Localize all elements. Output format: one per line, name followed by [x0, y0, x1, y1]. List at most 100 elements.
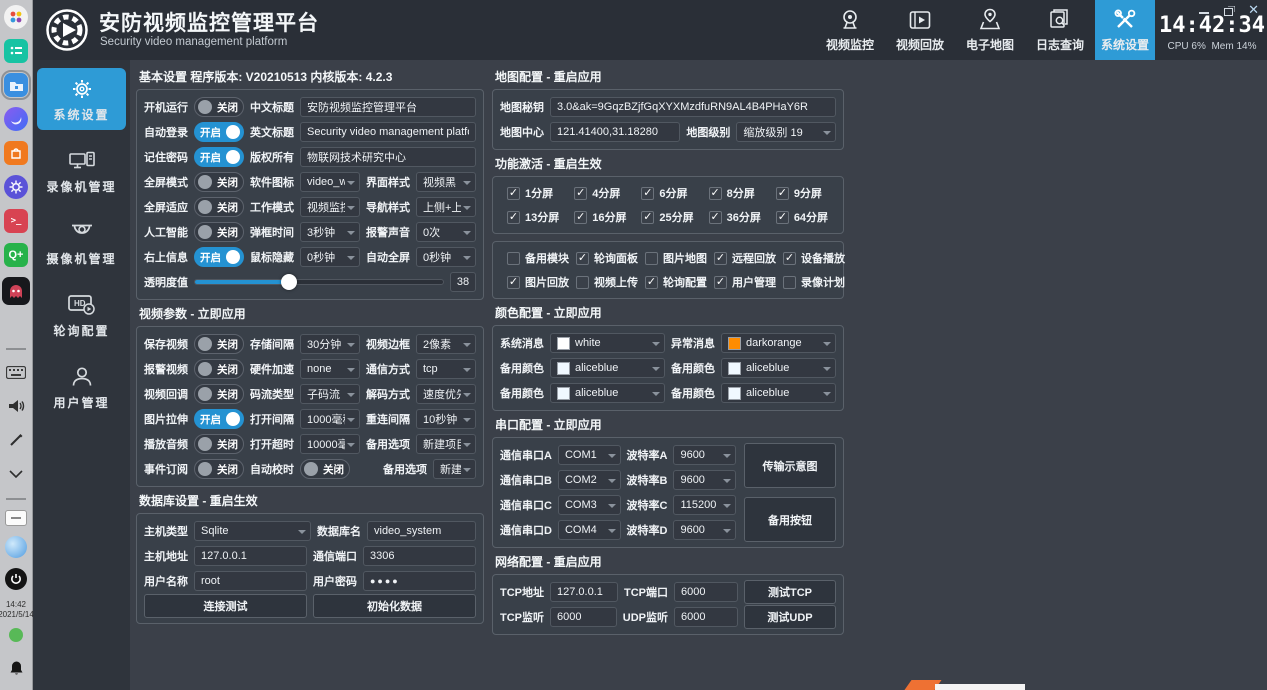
toggle-off[interactable]: 关闭 — [194, 334, 244, 354]
software-store-icon[interactable] — [4, 141, 28, 165]
checkbox-item[interactable]: ✓1分屏 — [500, 185, 567, 201]
dropdown-select[interactable]: 9600 — [673, 520, 736, 540]
color-select[interactable]: aliceblue — [721, 358, 836, 378]
taskbar-clock[interactable]: 14:42 2021/5/14 — [0, 600, 34, 620]
dropdown-select[interactable]: 子码流 — [300, 384, 360, 404]
dropdown-select[interactable]: 视频监控 — [300, 197, 360, 217]
sidebar-item-polling-config[interactable]: HD 轮询配置 — [37, 284, 126, 346]
dropdown-select[interactable]: tcp — [416, 359, 476, 379]
checkbox-item[interactable]: ✓6分屏 — [634, 185, 701, 201]
dropdown-select[interactable]: COM3 — [558, 495, 621, 515]
toggle-off[interactable]: 关闭 — [194, 459, 244, 479]
color-select[interactable]: aliceblue — [550, 358, 665, 378]
checkbox[interactable]: ✓ — [641, 187, 654, 200]
checkbox-item[interactable]: ✓4分屏 — [567, 185, 634, 201]
checkbox-item[interactable]: ✓9分屏 — [769, 185, 836, 201]
toggle-on[interactable]: 开启 — [194, 409, 244, 429]
dropdown-select[interactable]: 0秒钟 — [416, 247, 476, 267]
sidebar-item-camera-mgmt[interactable]: 摄像机管理 — [37, 212, 126, 274]
checkbox[interactable]: ✓ — [507, 187, 520, 200]
checkbox-item[interactable]: 录像计划 — [776, 274, 845, 290]
checkbox-item[interactable]: ✓设备播放 — [776, 250, 845, 266]
button[interactable]: 初始化数据 — [313, 594, 476, 618]
text-input[interactable]: 安防视频监控管理平台 — [300, 97, 476, 117]
checkbox[interactable]: ✓ — [714, 276, 727, 289]
dropdown-select[interactable]: COM2 — [558, 470, 621, 490]
current-app-icon[interactable] — [2, 277, 30, 305]
power-icon[interactable] — [5, 568, 27, 590]
text-input[interactable]: 6000 — [674, 607, 738, 627]
toggle-on[interactable]: 开启 — [194, 247, 244, 267]
volume-icon[interactable] — [4, 394, 28, 418]
terminal-icon[interactable]: >_ — [4, 209, 28, 233]
toggle-on[interactable]: 开启 — [194, 122, 244, 142]
button[interactable]: 备用按钮 — [744, 497, 836, 542]
checkbox-item[interactable]: ✓远程回放 — [707, 250, 776, 266]
checkbox[interactable]: ✓ — [714, 252, 727, 265]
text-input[interactable]: root — [194, 571, 307, 591]
slider-knob[interactable] — [281, 274, 297, 290]
checkbox-item[interactable]: ✓轮询配置 — [638, 274, 707, 290]
dropdown-select[interactable]: 0秒钟 — [300, 247, 360, 267]
checkbox-item[interactable]: ✓13分屏 — [500, 209, 567, 225]
dropdown-select[interactable]: 上侧+上侧 — [416, 197, 476, 217]
dropdown-select[interactable]: 115200 — [673, 495, 736, 515]
dropdown-select[interactable]: 10000毫秒 — [300, 434, 360, 454]
dropdown-select[interactable]: 新建项目 — [433, 459, 476, 479]
toggle-on[interactable]: 开启 — [194, 147, 244, 167]
text-input[interactable]: 3306 — [363, 546, 476, 566]
dropdown-select[interactable]: 30分钟 — [300, 334, 360, 354]
checkbox[interactable]: ✓ — [783, 252, 796, 265]
checkbox-item[interactable]: ✓8分屏 — [702, 185, 769, 201]
button[interactable]: 连接测试 — [144, 594, 307, 618]
dropdown-select[interactable]: COM1 — [558, 445, 621, 465]
password-input[interactable]: ●●●● — [363, 571, 476, 591]
screenshot-pen-icon[interactable] — [4, 428, 28, 452]
text-input[interactable]: video_system — [367, 521, 476, 541]
dropdown-select[interactable]: 1000毫秒 — [300, 409, 360, 429]
browser-icon[interactable] — [4, 107, 28, 131]
checkbox[interactable] — [576, 276, 589, 289]
checkbox-item[interactable]: 备用模块 — [500, 250, 569, 266]
toggle-off[interactable]: 关闭 — [194, 222, 244, 242]
toggle-off[interactable]: 关闭 — [194, 97, 244, 117]
dropdown-select[interactable]: 新建项目 — [416, 434, 476, 454]
nav-video-monitor[interactable]: 视频监控 — [815, 0, 885, 60]
checkbox-item[interactable]: 图片地图 — [638, 250, 707, 266]
toggle-off[interactable]: 关闭 — [194, 434, 244, 454]
system-tools-icon[interactable] — [4, 175, 28, 199]
text-input[interactable]: 127.0.0.1 — [550, 582, 618, 602]
dropdown-select[interactable]: 0次 — [416, 222, 476, 242]
text-input[interactable]: 121.41400,31.18280 — [550, 122, 680, 142]
checkbox[interactable] — [507, 252, 520, 265]
qq-app-icon[interactable]: Q+ — [4, 243, 28, 267]
color-select[interactable]: aliceblue — [550, 383, 665, 403]
keyboard-icon[interactable] — [4, 360, 28, 384]
checkbox-item[interactable]: ✓36分屏 — [702, 209, 769, 225]
input-method-icon[interactable] — [5, 510, 27, 526]
text-input[interactable]: Security video management platform — [300, 122, 476, 142]
checkbox[interactable]: ✓ — [645, 276, 658, 289]
slider[interactable] — [194, 272, 444, 292]
toggle-off[interactable]: 关闭 — [300, 459, 350, 479]
dropdown-select[interactable]: 2像素 — [416, 334, 476, 354]
checkbox[interactable] — [645, 252, 658, 265]
checkbox-item[interactable]: ✓图片回放 — [500, 274, 569, 290]
dropdown-select[interactable]: 9600 — [673, 445, 736, 465]
toggle-off[interactable]: 关闭 — [194, 172, 244, 192]
text-input[interactable]: 6000 — [674, 582, 738, 602]
sidebar-item-user-mgmt[interactable]: 用户管理 — [37, 356, 126, 418]
text-input[interactable]: 物联网技术研究中心 — [300, 147, 476, 167]
checkbox-item[interactable]: ✓轮询面板 — [569, 250, 638, 266]
checkbox[interactable]: ✓ — [507, 276, 520, 289]
sidebar-item-recorder-mgmt[interactable]: 录像机管理 — [37, 140, 126, 202]
checkbox-item[interactable]: ✓64分屏 — [769, 209, 836, 225]
checkbox[interactable]: ✓ — [709, 211, 722, 224]
nav-system-settings[interactable]: 系统设置 — [1095, 0, 1155, 60]
chevron-down-icon[interactable] — [4, 462, 28, 486]
text-input[interactable]: 127.0.0.1 — [194, 546, 307, 566]
checkbox[interactable] — [783, 276, 796, 289]
checkbox-item[interactable]: ✓16分屏 — [567, 209, 634, 225]
dropdown-select[interactable]: COM4 — [558, 520, 621, 540]
dropdown-select[interactable]: 视频黑 — [416, 172, 476, 192]
